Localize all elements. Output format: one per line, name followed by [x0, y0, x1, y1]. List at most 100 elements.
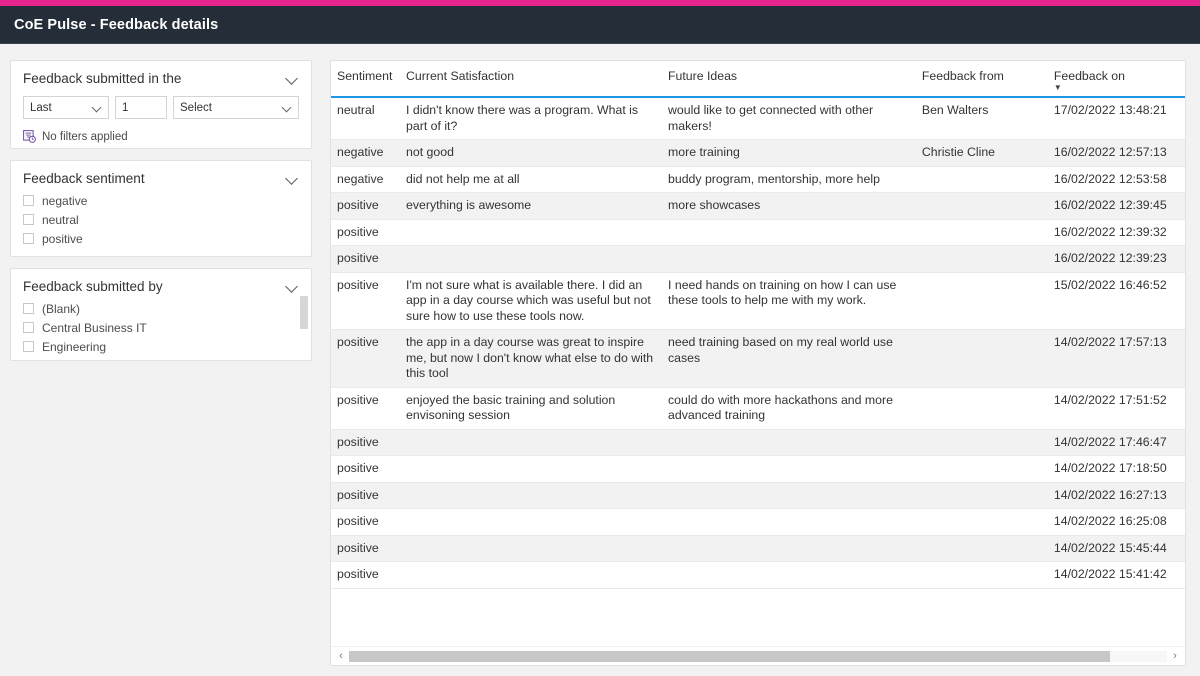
- cell-on: 14/02/2022 16:25:08: [1047, 508, 1185, 536]
- submitted-by-option-blank[interactable]: (Blank): [23, 299, 299, 318]
- cell-current: [400, 429, 663, 456]
- table-row[interactable]: positive the app in a day course was grea…: [331, 329, 1185, 388]
- table-body: neutral I didn't know there was a program…: [331, 97, 1185, 589]
- sentiment-option-positive[interactable]: positive: [23, 229, 299, 248]
- submitted-by-option-engineering[interactable]: Engineering: [23, 337, 299, 356]
- cell-future: [662, 455, 916, 483]
- cell-on: 15/02/2022 16:46:52: [1047, 272, 1185, 330]
- cell-sentiment: positive: [331, 329, 401, 388]
- chevron-down-icon[interactable]: [286, 72, 299, 85]
- table-horizontal-scrollbar[interactable]: ‹ ›: [331, 646, 1185, 665]
- cell-from: Christie Cline: [915, 139, 1048, 167]
- submitted-by-option-list: (Blank) Central Business IT Engineering …: [23, 299, 299, 361]
- filter-card-header: Feedback sentiment: [23, 170, 299, 187]
- filter-title-date: Feedback submitted in the: [23, 71, 182, 86]
- range-type-dropdown[interactable]: Last: [23, 96, 109, 119]
- column-header-label: Feedback on: [1053, 69, 1125, 83]
- chevron-down-icon[interactable]: [286, 280, 299, 293]
- table-row[interactable]: positive 14/02/2022 17:18:50: [331, 455, 1185, 483]
- cell-future: buddy program, mentorship, more help: [662, 166, 916, 193]
- cell-current: [400, 561, 663, 589]
- table-row[interactable]: positive I'm not sure what is available t…: [331, 272, 1185, 330]
- table-row[interactable]: positive 16/02/2022 12:39:23: [331, 245, 1185, 273]
- cell-current: [400, 245, 663, 273]
- cell-from: [915, 245, 1048, 273]
- column-header-label: Feedback from: [921, 69, 1004, 83]
- cell-sentiment: positive: [331, 272, 401, 330]
- scrollbar-track[interactable]: [349, 650, 1167, 662]
- table-row[interactable]: positive 14/02/2022 15:41:42: [331, 561, 1185, 589]
- cell-on: 16/02/2022 12:39:32: [1047, 219, 1185, 246]
- table-row[interactable]: positive 16/02/2022 12:39:32: [331, 219, 1185, 246]
- scrollbar-thumb[interactable]: [300, 296, 308, 329]
- cell-from: [915, 455, 1048, 483]
- table-header-row: Sentiment Current Satisfaction Future Id…: [331, 61, 1185, 98]
- feedback-details-table-card: Sentiment Current Satisfaction Future Id…: [330, 60, 1186, 666]
- cell-from: [915, 535, 1048, 562]
- cell-future: [662, 508, 916, 536]
- table-scroll-area[interactable]: Sentiment Current Satisfaction Future Id…: [331, 61, 1185, 646]
- column-header-feedback-from[interactable]: Feedback from: [915, 61, 1048, 98]
- page-title: CoE Pulse - Feedback details: [14, 16, 219, 33]
- range-value-text: 1: [122, 101, 129, 114]
- sort-descending-icon: ▼: [1053, 83, 1062, 92]
- sentiment-option-neutral[interactable]: neutral: [23, 210, 299, 229]
- cell-sentiment: positive: [331, 429, 401, 456]
- table-row[interactable]: positive everything is awesome more showca…: [331, 192, 1185, 220]
- cell-on: 16/02/2022 12:39:23: [1047, 245, 1185, 273]
- table-row[interactable]: negative did not help me at all buddy prog…: [331, 166, 1185, 193]
- submitted-by-scrollbar[interactable]: [300, 296, 308, 354]
- checkbox-icon[interactable]: [23, 195, 34, 206]
- column-header-label: Current Satisfaction: [406, 69, 515, 83]
- filter-clock-icon: [23, 130, 36, 143]
- column-header-future-ideas[interactable]: Future Ideas: [662, 61, 916, 98]
- chevron-down-icon: [282, 103, 292, 113]
- scrollbar-thumb[interactable]: [349, 650, 1110, 662]
- table-row[interactable]: positive enjoyed the basic training and s…: [331, 387, 1185, 430]
- filter-card-header: Feedback submitted by: [23, 278, 299, 295]
- date-range-controls: Last 1 Select: [23, 96, 299, 119]
- range-value-input[interactable]: 1: [115, 96, 167, 119]
- scroll-right-arrow-icon[interactable]: ›: [1167, 648, 1183, 664]
- table-row[interactable]: positive 14/02/2022 15:45:44: [331, 535, 1185, 562]
- table-row[interactable]: positive 14/02/2022 16:25:08: [331, 508, 1185, 536]
- cell-future: need training based on my real world use…: [662, 329, 916, 388]
- cell-from: [915, 508, 1048, 536]
- checkbox-icon[interactable]: [23, 341, 34, 352]
- table-row[interactable]: positive 14/02/2022 16:27:13: [331, 482, 1185, 509]
- cell-current: [400, 508, 663, 536]
- column-header-feedback-on[interactable]: Feedback on ▼: [1047, 61, 1185, 98]
- option-label: Central Business IT: [42, 320, 147, 335]
- cell-on: 14/02/2022 17:46:47: [1047, 429, 1185, 456]
- column-header-sentiment[interactable]: Sentiment: [331, 61, 401, 98]
- sentiment-option-negative[interactable]: negative: [23, 191, 299, 210]
- checkbox-icon[interactable]: [23, 214, 34, 225]
- cell-current: I'm not sure what is available there. I …: [400, 272, 663, 330]
- table-row[interactable]: positive 14/02/2022 17:46:47: [331, 429, 1185, 456]
- chevron-down-icon[interactable]: [286, 172, 299, 185]
- sentiment-option-list: negative neutral positive: [23, 191, 299, 248]
- range-unit-dropdown[interactable]: Select: [173, 96, 299, 119]
- filter-pane: Feedback submitted in the Last 1 Select: [10, 54, 312, 666]
- submitted-by-option-central-business-it[interactable]: Central Business IT: [23, 318, 299, 337]
- cell-from: [915, 387, 1048, 430]
- table-row[interactable]: neutral I didn't know there was a program…: [331, 97, 1185, 140]
- filter-card-date-submitted: Feedback submitted in the Last 1 Select: [10, 60, 312, 149]
- cell-on: 14/02/2022 17:18:50: [1047, 455, 1185, 483]
- scroll-left-arrow-icon[interactable]: ‹: [333, 648, 349, 664]
- window-title-bar: CoE Pulse - Feedback details: [0, 6, 1200, 44]
- cell-sentiment: positive: [331, 245, 401, 273]
- submitted-by-option-executive-management[interactable]: Executive Management: [23, 356, 299, 361]
- table-row[interactable]: negative not good more training Christie Cl…: [331, 139, 1185, 167]
- checkbox-icon[interactable]: [23, 322, 34, 333]
- report-body: Feedback submitted in the Last 1 Select: [0, 44, 1200, 676]
- cell-future: [662, 561, 916, 589]
- option-label: neutral: [42, 212, 79, 227]
- option-label: Engineering: [42, 339, 107, 354]
- checkbox-icon[interactable]: [23, 233, 34, 244]
- checkbox-icon[interactable]: [23, 360, 34, 361]
- checkbox-icon[interactable]: [23, 303, 34, 314]
- cell-sentiment: positive: [331, 219, 401, 246]
- cell-current: [400, 455, 663, 483]
- column-header-current-satisfaction[interactable]: Current Satisfaction: [400, 61, 663, 98]
